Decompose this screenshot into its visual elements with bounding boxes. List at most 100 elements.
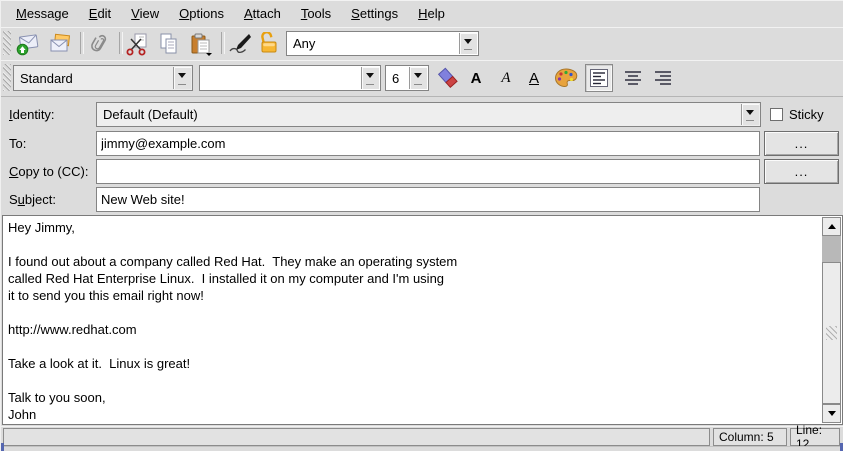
message-body-editor[interactable]: Hey Jimmy, I found out about a company c… [2,215,843,425]
toolbar-handle[interactable] [3,31,11,55]
font-family-input[interactable] [202,67,360,89]
main-toolbar: Any [1,27,843,61]
body-line: Talk to you soon, [8,389,821,406]
menu-options[interactable]: Options [170,3,233,24]
bold-button[interactable]: A [463,65,489,91]
underline-icon: A [529,70,539,87]
to-input[interactable] [96,131,760,156]
toolbar-separator [119,32,123,54]
body-line: called Red Hat Enterprise Linux. I insta… [8,270,821,287]
mail-composer-window: Message Edit View Options Attach Tools S… [0,0,843,451]
sticky-label: Sticky [789,107,824,122]
sticky-checkbox[interactable] [770,108,783,121]
font-size-value: 6 [392,66,408,90]
text-color-button[interactable] [551,65,581,91]
open-lock-icon [257,32,281,56]
subject-label: Subject: [9,192,56,207]
align-center-button[interactable] [619,64,647,92]
paragraph-style-combobox[interactable]: Standard [13,65,193,91]
paragraph-style-value: Standard [20,66,172,90]
body-line: I found out about a company called Red H… [8,253,821,270]
align-right-button[interactable] [649,64,677,92]
scrollbar-thumb[interactable] [822,262,841,404]
menu-settings[interactable]: Settings [342,3,407,24]
send-mail-icon [16,32,40,56]
body-line: Take a look at it. Linux is great! [8,355,821,372]
paste-button[interactable] [188,31,214,57]
cc-input[interactable] [96,159,760,184]
body-line [8,236,821,253]
toolbar-separator [221,32,225,54]
scroll-up-button[interactable] [822,217,841,236]
menu-edit[interactable]: Edit [80,3,120,24]
align-right-icon [652,67,674,89]
copy-button[interactable] [156,31,182,57]
font-family-combobox[interactable] [199,65,381,91]
menu-bar: Message Edit View Options Attach Tools S… [1,0,843,28]
italic-button[interactable]: A [493,65,519,91]
queue-mail-icon [48,32,72,56]
pen-icon [228,32,252,56]
menu-attach[interactable]: Attach [235,3,290,24]
message-body-text[interactable]: Hey Jimmy, I found out about a company c… [3,216,821,424]
cc-label: Copy to (CC): [9,164,88,179]
identity-value: Default (Default) [103,103,740,126]
chevron-down-icon[interactable] [409,67,427,89]
chevron-down-icon[interactable] [459,33,477,54]
status-bar: Column: 5 Line: 12 [1,426,843,448]
encrypt-message-button[interactable] [256,31,282,57]
chevron-down-icon[interactable] [361,67,379,89]
sign-message-button[interactable] [227,31,253,57]
identity-label: Identity: [9,107,55,122]
clipboard-icon [189,32,213,56]
scroll-down-button[interactable] [822,404,841,423]
chevron-down-icon[interactable] [741,104,759,125]
toolbar-handle[interactable] [3,64,11,91]
italic-icon: A [501,70,510,87]
vertical-scrollbar[interactable] [822,217,841,423]
subject-input[interactable] [96,187,760,212]
remove-formatting-button[interactable] [435,65,461,91]
arrow-up-icon [828,224,836,229]
identity-combobox[interactable]: Default (Default) [96,102,761,127]
body-line: it to send you this email right now! [8,287,821,304]
palette-icon [553,66,579,90]
crypto-format-value: Any [293,32,458,55]
scissors-icon [125,32,149,56]
resize-corner-left[interactable] [1,443,4,451]
menu-message[interactable]: Message [7,3,78,24]
to-label: To: [9,136,26,151]
attach-file-button[interactable] [86,31,112,57]
status-line-panel: Line: 12 [790,428,840,446]
toolbar-separator [80,32,84,54]
menu-help[interactable]: Help [409,3,454,24]
crypto-format-combobox[interactable]: Any [286,31,479,56]
font-size-combobox[interactable]: 6 [385,65,429,91]
body-line [8,304,821,321]
bold-icon: A [471,70,482,87]
align-center-icon [622,67,644,89]
queue-mail-button[interactable] [47,31,73,57]
cut-button[interactable] [124,31,150,57]
menu-tools[interactable]: Tools [292,3,340,24]
menu-view[interactable]: View [122,3,168,24]
paperclip-icon [87,32,111,56]
send-mail-button[interactable] [15,31,41,57]
status-column-panel: Column: 5 [713,428,787,446]
eraser-icon [436,66,460,90]
body-line [8,372,821,389]
align-left-button[interactable] [585,64,613,92]
status-message-panel [3,428,710,446]
chevron-down-icon[interactable] [173,67,191,89]
cc-browse-button[interactable]: ... [764,159,839,184]
body-line [8,338,821,355]
body-line: John [8,406,821,423]
body-line: http://www.redhat.com [8,321,821,338]
body-line: Hey Jimmy, [8,219,821,236]
window-resize-edge[interactable] [1,446,843,451]
arrow-down-icon [828,411,836,416]
format-toolbar: Standard 6 A A A [1,60,843,97]
underline-button[interactable]: A [521,65,547,91]
to-browse-button[interactable]: ... [764,131,839,156]
align-left-icon [588,67,610,89]
